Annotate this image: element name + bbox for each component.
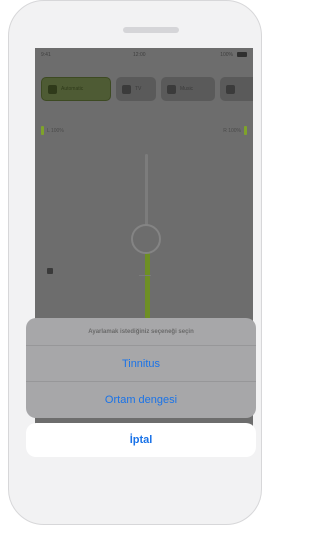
cancel-button[interactable]: İptal [26, 423, 256, 457]
tab-music[interactable]: Music [161, 77, 215, 101]
sound-icon [48, 84, 57, 94]
action-sheet: Ayarlamak istediğiniz seçeneği seçin Tin… [26, 318, 256, 418]
left-battery-text: L 100% [47, 127, 64, 134]
program-tabs: Automatic TV Music [41, 77, 253, 101]
tv-icon [122, 84, 131, 94]
right-battery-text: R 100% [223, 127, 241, 134]
status-time: 9:41 [41, 52, 51, 58]
option-tinnitus-button[interactable]: Tinnitus [26, 346, 256, 382]
phone-speaker [123, 27, 179, 33]
action-sheet-options: Ayarlamak istediğiniz seçeneği seçin Tin… [26, 318, 256, 418]
tab-more[interactable] [220, 77, 253, 101]
tab-label: Automatic [61, 86, 84, 92]
tab-tv[interactable]: TV [116, 77, 156, 101]
tab-label: TV [135, 86, 142, 92]
status-battery-text: 100% [220, 52, 233, 58]
slider-tick [139, 275, 151, 276]
status-bar: 9:41 12:00 100% [35, 48, 253, 60]
status-center: 12:00 [133, 52, 146, 58]
action-sheet-title: Ayarlamak istediğiniz seçeneği seçin [26, 318, 256, 346]
speaker-icon [47, 268, 53, 274]
battery-icon [41, 126, 44, 135]
tab-automatic[interactable]: Automatic [41, 77, 111, 101]
status-battery-icon [237, 52, 247, 57]
tab-label: Music [180, 86, 194, 92]
volume-slider-knob[interactable] [131, 224, 161, 254]
battery-icon [244, 126, 247, 135]
music-icon [167, 84, 176, 94]
option-ambient-balance-button[interactable]: Ortam dengesi [26, 382, 256, 418]
more-icon [226, 84, 235, 94]
right-battery: R 100% [223, 126, 247, 135]
left-battery: L 100% [41, 126, 64, 135]
